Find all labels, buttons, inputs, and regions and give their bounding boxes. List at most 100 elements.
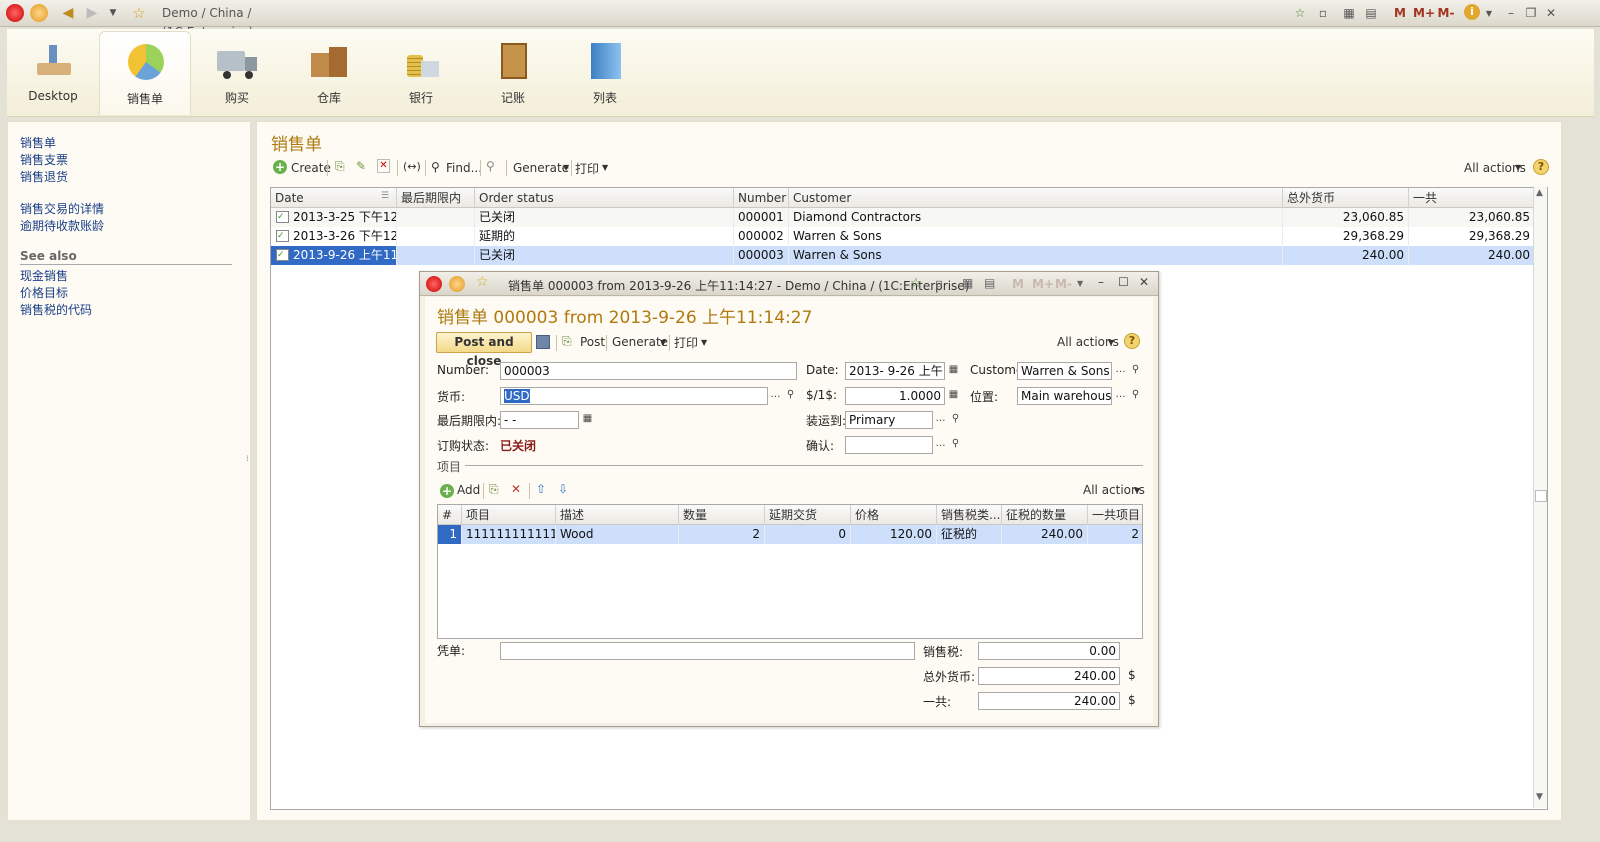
memory-mplus-button[interactable]: M+ <box>1413 4 1435 23</box>
close-icon[interactable]: ✕ <box>1544 4 1558 23</box>
main-menu-icon[interactable] <box>30 4 48 22</box>
calculator-picker-icon[interactable]: ▦ <box>946 388 961 404</box>
help-icon[interactable]: ? <box>1124 333 1140 349</box>
confirm-choose-button[interactable]: … <box>933 437 948 453</box>
help-icon[interactable]: ? <box>1533 159 1549 175</box>
nav-price-targets[interactable]: 价格目标 <box>20 284 68 301</box>
table-row-selected[interactable]: 2013-9-26 上午11:... ✓ 已关闭 000003 Warren &… <box>271 246 1535 265</box>
add-icon[interactable]: + <box>440 484 454 498</box>
post-button[interactable]: Post <box>580 335 605 349</box>
ship-to-choose-button[interactable]: … <box>933 412 948 428</box>
generate-button[interactable]: Generate <box>513 161 569 175</box>
section-lists[interactable]: 列表 <box>559 31 651 115</box>
items-col-index[interactable]: # <box>438 505 462 525</box>
memory-mplus-button[interactable]: M+ <box>1032 277 1054 291</box>
maximize-icon[interactable]: ☐ <box>1118 275 1129 289</box>
move-up-icon[interactable]: ⇧ <box>536 482 546 496</box>
ship-to-field[interactable]: Primary <box>845 411 933 429</box>
nav-sales-details[interactable]: 销售交易的详情 <box>20 200 104 217</box>
delete-row-icon[interactable]: ✕ <box>511 482 521 496</box>
section-purchase[interactable]: 购买 <box>191 31 283 115</box>
items-col-item[interactable]: 项目 <box>462 505 556 525</box>
nav-sales-tax-codes[interactable]: 销售税的代码 <box>20 301 92 318</box>
nav-sales-checks[interactable]: 销售支票 <box>20 151 68 168</box>
calendar-icon[interactable]: ▤ <box>1364 4 1378 23</box>
items-col-line-total[interactable]: 一共项目 <box>1088 505 1142 525</box>
copy-row-icon[interactable]: ⎘ <box>489 482 499 497</box>
forward-arrow-icon[interactable]: ▶ <box>84 4 100 23</box>
print-button[interactable]: 打印 <box>575 160 599 177</box>
favorites-add-icon[interactable]: ☆ <box>910 276 922 291</box>
post-and-close-button[interactable]: Post and close <box>436 332 532 368</box>
nav-cash-sales[interactable]: 现金销售 <box>20 267 68 284</box>
calendar-icon[interactable]: ▤ <box>984 276 995 290</box>
find-button[interactable]: Find... <box>446 161 482 175</box>
section-warehouse[interactable]: 仓库 <box>283 31 375 115</box>
dropdown-icon[interactable]: ▼ <box>1077 279 1083 288</box>
scroll-thumb[interactable] <box>1535 490 1547 502</box>
calculator-icon[interactable]: ▦ <box>962 276 973 290</box>
back-arrow-icon[interactable]: ◀ <box>60 4 76 23</box>
items-col-taxable-amount[interactable]: 征税的数量 <box>1002 505 1088 525</box>
favorites-star-icon[interactable]: ☆ <box>476 274 489 290</box>
section-sales[interactable]: 销售单 <box>99 31 191 115</box>
customer-open-icon[interactable]: ⚲ <box>1128 363 1143 379</box>
restore-icon[interactable]: ❐ <box>1524 4 1538 23</box>
confirm-open-icon[interactable]: ⚲ <box>948 437 963 453</box>
info-dropdown-icon[interactable]: ▼ <box>1484 4 1494 23</box>
1c-logo-icon[interactable] <box>426 276 442 292</box>
create-icon[interactable]: + <box>273 160 287 174</box>
items-col-price[interactable]: 价格 <box>851 505 937 525</box>
customer-choose-button[interactable]: … <box>1113 363 1128 379</box>
minimize-icon[interactable]: – <box>1098 275 1104 289</box>
column-header-deadline[interactable]: 最后期限内 <box>397 188 475 208</box>
date-field[interactable]: 2013- 9-26 上午11:1 <box>845 362 945 380</box>
info-icon[interactable]: i <box>1464 4 1480 20</box>
delete-icon[interactable]: ✕ <box>377 159 390 173</box>
section-accounting[interactable]: 记账 <box>467 31 559 115</box>
currency-choose-button[interactable]: … <box>768 388 783 404</box>
favorites-star-icon[interactable]: ☆ <box>130 4 148 23</box>
list-scrollbar[interactable]: ▲ ▼ <box>1533 186 1547 808</box>
copy-icon[interactable]: ⎘ <box>335 159 345 174</box>
move-down-icon[interactable]: ⇩ <box>558 482 568 496</box>
splitter-handle[interactable]: ⁞ <box>246 455 252 485</box>
deadline-field[interactable]: - - <box>500 411 579 429</box>
bookmark-icon[interactable]: ▫ <box>1316 4 1330 23</box>
number-field[interactable]: 000003 <box>500 362 797 380</box>
memory-mminus-button[interactable]: M- <box>1436 4 1456 23</box>
table-row[interactable]: 2013-3-25 下午12:... ✓ 已关闭 000001 Diamond … <box>271 208 1535 227</box>
currency-field[interactable]: USD <box>500 387 768 405</box>
calendar-picker-icon[interactable]: ▦ <box>580 412 595 428</box>
cancel-search-icon[interactable]: ⚲ <box>486 159 495 173</box>
scroll-up-icon[interactable]: ▲ <box>1536 188 1543 198</box>
column-header-customer[interactable]: Customer <box>789 188 1283 208</box>
items-col-backorder[interactable]: 延期交货 <box>765 505 851 525</box>
scroll-down-icon[interactable]: ▼ <box>1536 792 1543 802</box>
ship-to-open-icon[interactable]: ⚲ <box>948 412 963 428</box>
memory-m-button[interactable]: M <box>1393 4 1407 23</box>
table-row[interactable]: 2013-3-26 下午12:... ✓ 延期的 000002 Warren &… <box>271 227 1535 246</box>
column-header-foreign-total[interactable]: 总外货币 <box>1283 188 1409 208</box>
nav-sales-orders[interactable]: 销售单 <box>20 134 56 151</box>
column-header-date[interactable]: Date <box>271 188 397 208</box>
column-header-number[interactable]: Number <box>734 188 789 208</box>
items-row-selected[interactable]: 1 1111111111111... Wood 2 0 120.00 征税的 2… <box>438 525 1142 544</box>
nav-aging[interactable]: 逾期待收款账龄 <box>20 217 104 234</box>
confirm-field[interactable] <box>845 436 933 454</box>
customer-field[interactable]: Warren & Sons <box>1017 362 1112 380</box>
create-button[interactable]: Create <box>291 161 331 175</box>
section-bank[interactable]: 银行 <box>375 31 467 115</box>
items-col-description[interactable]: 描述 <box>556 505 679 525</box>
print-button[interactable]: 打印 <box>674 334 698 351</box>
column-header-status[interactable]: Order status <box>475 188 734 208</box>
section-desktop[interactable]: Desktop <box>7 31 99 115</box>
save-icon[interactable] <box>536 335 550 349</box>
location-open-icon[interactable]: ⚲ <box>1128 388 1143 404</box>
column-header-total[interactable]: 一共 <box>1409 188 1535 208</box>
history-dropdown-icon[interactable]: ▼ <box>106 4 120 23</box>
close-icon[interactable]: ✕ <box>1139 275 1149 289</box>
minimize-icon[interactable]: – <box>1504 4 1518 23</box>
post-toggle-icon[interactable]: (↔) <box>403 160 421 173</box>
1c-logo-icon[interactable] <box>6 4 24 22</box>
